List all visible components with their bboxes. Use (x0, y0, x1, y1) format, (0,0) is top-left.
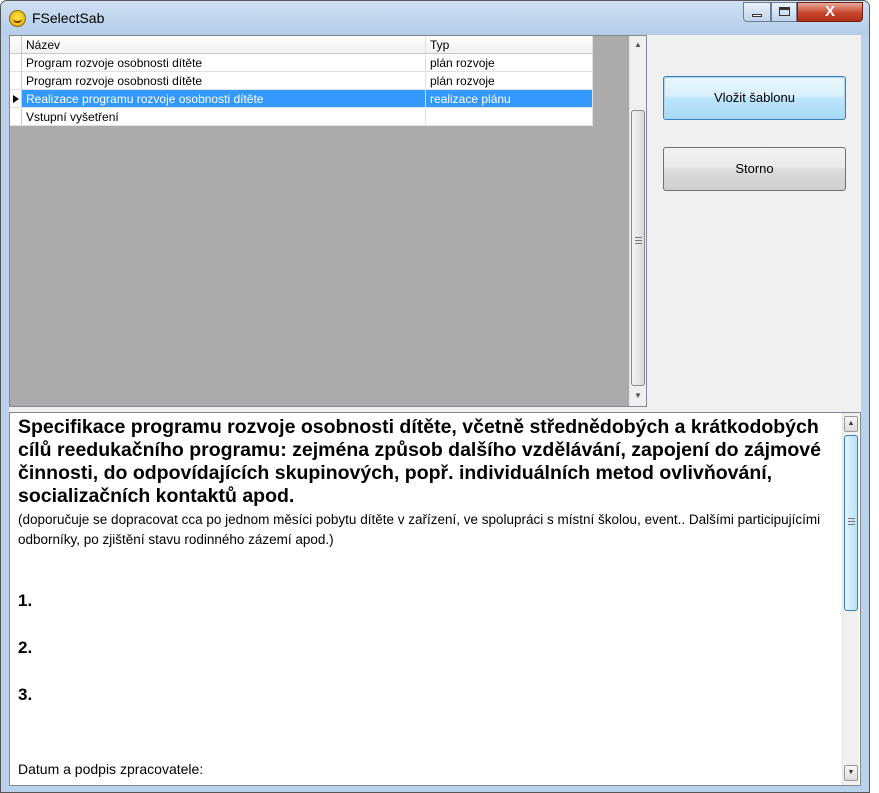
grip-line (848, 521, 855, 522)
app-smiley-icon (9, 10, 26, 27)
header-corner (10, 36, 22, 54)
grip-line (635, 240, 642, 241)
cancel-button[interactable]: Storno (663, 147, 846, 191)
row-type-cell[interactable] (426, 108, 593, 126)
row-header[interactable] (10, 54, 22, 72)
template-preview[interactable]: Specifikace programu rozvoje osobnosti d… (9, 412, 861, 786)
signature-label: Datum a podpis zpracovatele: (18, 761, 204, 777)
grid-scroll-thumb[interactable] (631, 110, 645, 386)
window-title: FSelectSab (32, 10, 105, 26)
grid-empty-area (10, 126, 593, 406)
grip-line (635, 243, 642, 244)
preview-note: (doporučuje se dopracovat cca po jednom … (18, 512, 821, 547)
row-name-cell[interactable]: Program rozvoje osobnosti dítěte (22, 72, 426, 90)
item-2: 2. (18, 638, 33, 657)
table-row[interactable]: Vstupní vyšetření (10, 108, 593, 126)
row-type-cell[interactable]: plán rozvoje (426, 72, 593, 90)
dialog-window: FSelectSab X Název Typ Program rozvoje o… (0, 0, 870, 793)
grip-line (848, 518, 855, 519)
row-name-cell[interactable]: Program rozvoje osobnosti dítěte (22, 54, 426, 72)
preview-scrollbar[interactable]: ▲ ▼ (842, 413, 859, 785)
preview-heading: Specifikace programu rozvoje osobnosti d… (18, 416, 821, 507)
close-button[interactable]: X (797, 2, 863, 22)
table-row[interactable]: Program rozvoje osobnosti dítěte plán ro… (10, 54, 593, 72)
row-type-cell[interactable]: plán rozvoje (426, 54, 593, 72)
minimize-icon (752, 14, 762, 17)
row-header[interactable] (10, 108, 22, 126)
scroll-up-icon[interactable]: ▲ (630, 37, 646, 53)
item-1: 1. (18, 591, 33, 610)
scroll-down-icon[interactable]: ▼ (844, 765, 858, 781)
row-name-cell[interactable]: Vstupní vyšetření (22, 108, 426, 126)
row-header[interactable] (10, 72, 22, 90)
grid-table: Název Typ Program rozvoje osobnosti dítě… (10, 36, 593, 126)
grip-line (848, 524, 855, 525)
maximize-icon (779, 7, 790, 16)
grid-header: Název Typ (10, 36, 593, 54)
grip-line (635, 237, 642, 238)
row-name-cell[interactable]: Realizace programu rozvoje osobnosti dít… (22, 90, 426, 108)
current-row-arrow-icon (13, 95, 19, 103)
scroll-down-icon[interactable]: ▼ (630, 388, 646, 404)
column-header-name[interactable]: Název (22, 36, 426, 54)
column-header-type[interactable]: Typ (426, 36, 593, 54)
preview-content: Specifikace programu rozvoje osobnosti d… (18, 416, 836, 777)
table-row-selected[interactable]: Realizace programu rozvoje osobnosti dít… (10, 90, 593, 108)
template-grid[interactable]: Název Typ Program rozvoje osobnosti dítě… (9, 35, 647, 407)
client-area: Název Typ Program rozvoje osobnosti dítě… (9, 35, 861, 786)
table-row[interactable]: Program rozvoje osobnosti dítěte plán ro… (10, 72, 593, 90)
scroll-up-icon[interactable]: ▲ (844, 416, 858, 432)
row-type-cell[interactable]: realizace plánu (426, 90, 593, 108)
title-bar[interactable]: FSelectSab X (1, 1, 869, 35)
item-3: 3. (18, 685, 33, 704)
insert-template-button[interactable]: Vložit šablonu (663, 76, 846, 120)
maximize-button[interactable] (771, 2, 797, 22)
preview-scroll-thumb[interactable] (844, 435, 858, 611)
close-icon: X (824, 3, 835, 20)
minimize-button[interactable] (743, 2, 771, 22)
row-header[interactable] (10, 90, 22, 108)
grid-scrollbar[interactable]: ▲ ▼ (629, 36, 646, 406)
